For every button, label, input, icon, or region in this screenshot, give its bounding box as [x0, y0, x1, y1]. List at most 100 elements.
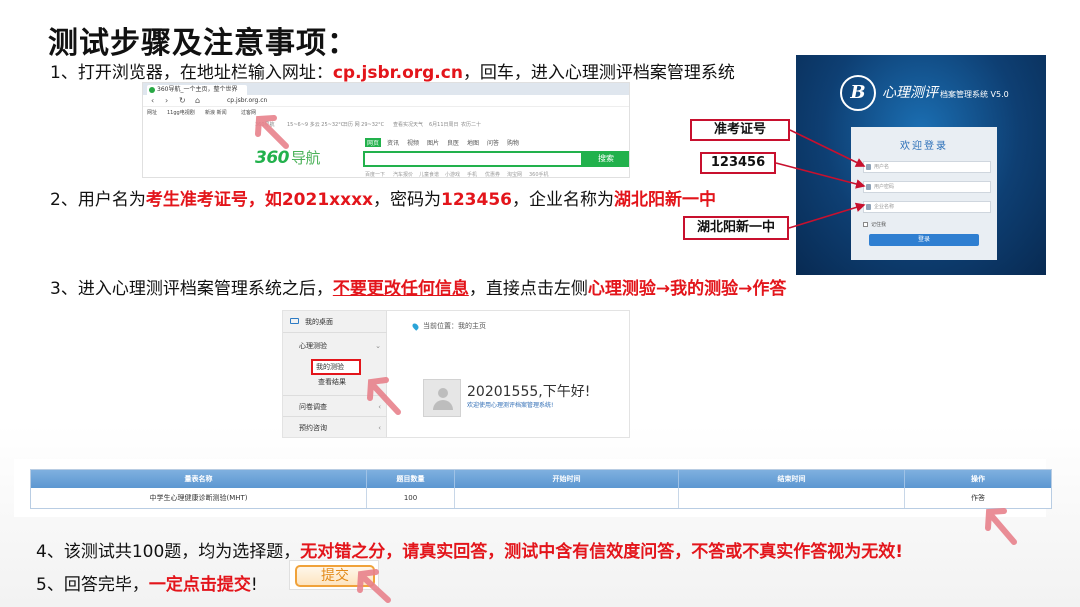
sidebar-item-psych-test[interactable]: 心理测验 ⌄ — [283, 339, 387, 353]
system-home-screenshot: 我的桌面 心理测验 ⌄ 查看结果 问卷调查 ‹ 预约咨询 ‹ 我的测验 当前位置：我的… — [282, 310, 630, 438]
welcome-message: 欢迎使用心理测评档案管理系统! — [467, 402, 554, 409]
step-5-p2: ! — [250, 575, 258, 595]
step-5-p1: 5、回答完毕， — [36, 575, 149, 595]
callout-company: 湖北阳新一中 — [683, 216, 789, 240]
breadcrumb: 当前位置：我的主页 — [411, 321, 486, 331]
user-icon — [866, 164, 871, 170]
step-3-h1: 不要更改任何信息 — [332, 279, 469, 299]
company-field[interactable]: 企业名称 — [863, 201, 991, 213]
login-button[interactable]: 登录 — [869, 234, 979, 246]
browser-tab-title: 360导航_一个主页，整个世界 — [157, 86, 238, 93]
hot-word[interactable]: 小游戏 — [445, 171, 460, 177]
test-table: 量表名称 题目数量 开始时间 结束时间 操作 中学生心理健康诊断测验(MHT) … — [30, 469, 1052, 509]
sidebar-item-desktop[interactable]: 我的桌面 — [283, 311, 387, 333]
step-3: 3、进入心理测评档案管理系统之后，不要更改任何信息，直接点击左侧心理测验→我的测… — [50, 274, 786, 299]
search-tab[interactable]: 资讯 — [387, 138, 399, 147]
lock-icon — [866, 184, 871, 190]
avatar — [423, 379, 461, 417]
forward-icon[interactable]: › — [165, 96, 168, 106]
table-cell — [679, 488, 905, 508]
table-header: 量表名称 题目数量 开始时间 结束时间 操作 — [31, 470, 1051, 488]
sidebar-results-label: 查看结果 — [318, 378, 346, 386]
search-input[interactable] — [363, 151, 583, 167]
username-field[interactable]: 用户名 — [863, 161, 991, 173]
column-header: 结束时间 — [679, 470, 905, 488]
remember-me-checkbox[interactable]: 记住我 — [863, 221, 886, 228]
password-field[interactable]: 用户密码 — [863, 181, 991, 193]
step-5: 5、回答完毕，一定点击提交! — [36, 570, 258, 595]
callout-password: 123456 — [700, 152, 776, 174]
logo-suffix: 导航 — [291, 149, 321, 167]
browser-nav-bar: ‹ › ↻ ⌂ cp.jsbr.org.cn — [143, 95, 629, 107]
step-4-h1: 无对错之分，请真实回答，测试中含有信效度问答，不答或不真实作答视为无效! — [300, 542, 904, 562]
submit-button[interactable]: 提交 — [295, 565, 375, 587]
search-tab[interactable]: 良医 — [447, 138, 459, 147]
step-2-p3: ，企业名称为 — [512, 190, 614, 210]
search-tab[interactable]: 购物 — [507, 138, 519, 147]
hot-word[interactable]: 儿童食谱 — [419, 171, 439, 177]
login-welcome: 欢迎登录 — [900, 141, 948, 152]
remember-label: 记住我 — [871, 222, 887, 228]
hot-word[interactable]: 百度一下 — [365, 171, 385, 177]
hot-word[interactable]: 淘宝网 — [507, 171, 522, 177]
browser-tab-bar: 360导航_一个主页，整个世界 — [143, 83, 629, 95]
page-title: 测试步骤及注意事项： — [48, 26, 358, 61]
search-tab[interactable]: 图片 — [427, 138, 439, 147]
hot-word[interactable]: 手机 — [467, 171, 477, 177]
bookmark-item[interactable]: 11gg电视剧 — [167, 109, 195, 116]
bookmarks-bar: 网址 11gg电视剧 新浪 新闻 过客网 — [143, 107, 629, 118]
test-table-screenshot: 量表名称 题目数量 开始时间 结束时间 操作 中学生心理健康诊断测验(MHT) … — [14, 459, 1052, 517]
hot-word[interactable]: 优惠券 — [485, 171, 500, 177]
chevron-right-icon: ‹ — [378, 403, 381, 411]
bookmark-item[interactable]: 过客网 — [241, 109, 256, 116]
360-logo: 360 导航 — [255, 147, 321, 168]
hot-word[interactable]: 360手机 — [529, 171, 549, 177]
reload-icon[interactable]: ↻ — [179, 96, 186, 106]
weather-item: 日历 网 29~32°C — [343, 122, 385, 128]
building-icon — [866, 204, 871, 210]
home-icon[interactable]: ⌂ — [195, 96, 200, 106]
step-2-h3: 湖北阳新一中 — [614, 190, 716, 210]
company-placeholder: 企业名称 — [874, 204, 895, 210]
search-tab[interactable]: 地图 — [467, 138, 479, 147]
password-placeholder: 用户密码 — [874, 184, 895, 190]
column-header: 开始时间 — [455, 470, 679, 488]
system-emblem-icon: B — [840, 75, 876, 111]
browser-screenshot: 360导航_一个主页，整个世界 ‹ › ↻ ⌂ cp.jsbr.org.cn 网… — [142, 82, 630, 178]
step-2-h1: 考生准考证号，如2021xxxx — [145, 190, 374, 210]
step-5-h1: 一定点击提交 — [148, 575, 251, 595]
step-1: 1、打开浏览器，在地址栏输入网址：cp.jsbr.org.cn，回车，进入心理测… — [50, 58, 735, 83]
chevron-right-icon: ‹ — [378, 424, 381, 432]
step-1-suffix: ，回车，进入心理测评档案管理系统 — [462, 63, 735, 83]
browser-tab[interactable]: 360导航_一个主页，整个世界 — [147, 85, 247, 95]
submit-screenshot: 提交 — [289, 560, 379, 590]
sidebar-item-view-results[interactable]: 查看结果 — [283, 375, 387, 389]
system-name-main: 心理测评 — [882, 85, 938, 101]
sidebar-item-my-tests[interactable]: 我的测验 — [311, 359, 361, 375]
search-tab[interactable]: 网页 — [365, 138, 382, 147]
sidebar-psych-label: 心理测验 — [299, 342, 327, 350]
sidebar-survey-label: 问卷调查 — [299, 403, 327, 411]
weather-item: 农历二十 — [461, 122, 482, 128]
answer-link[interactable]: 作答 — [905, 488, 1051, 508]
bookmark-item[interactable]: 新浪 新闻 — [205, 109, 227, 116]
chevron-down-icon: ⌄ — [375, 342, 381, 350]
search-tab[interactable]: 视频 — [407, 138, 419, 147]
step-3-p2: ，直接点击左侧 — [468, 279, 588, 299]
search-tab[interactable]: 问答 — [487, 138, 499, 147]
hot-word[interactable]: 汽车报价 — [393, 171, 413, 177]
weather-strip: 360导航 15~6~9 多云 25~32°C 日历 网 29~32°C 查看实… — [143, 120, 629, 130]
weather-item: 360导航 — [255, 122, 275, 128]
bookmark-item[interactable]: 网址 — [147, 109, 157, 116]
back-icon[interactable]: ‹ — [151, 96, 154, 106]
step-2-p1: 2、用户名为 — [50, 190, 146, 210]
sidebar-desktop-label: 我的桌面 — [305, 318, 333, 326]
search-button[interactable]: 搜索 — [583, 151, 629, 167]
step-2: 2、用户名为考生准考证号，如2021xxxx，密码为123456，企业名称为湖北… — [50, 185, 716, 210]
sidebar-item-survey[interactable]: 问卷调查 ‹ — [283, 395, 387, 417]
checkbox-icon — [863, 222, 868, 227]
address-bar[interactable]: cp.jsbr.org.cn — [217, 96, 517, 106]
column-header: 题目数量 — [367, 470, 455, 488]
step-3-p1: 3、进入心理测评档案管理系统之后， — [50, 279, 333, 299]
sidebar-item-appointment[interactable]: 预约咨询 ‹ — [283, 417, 387, 437]
